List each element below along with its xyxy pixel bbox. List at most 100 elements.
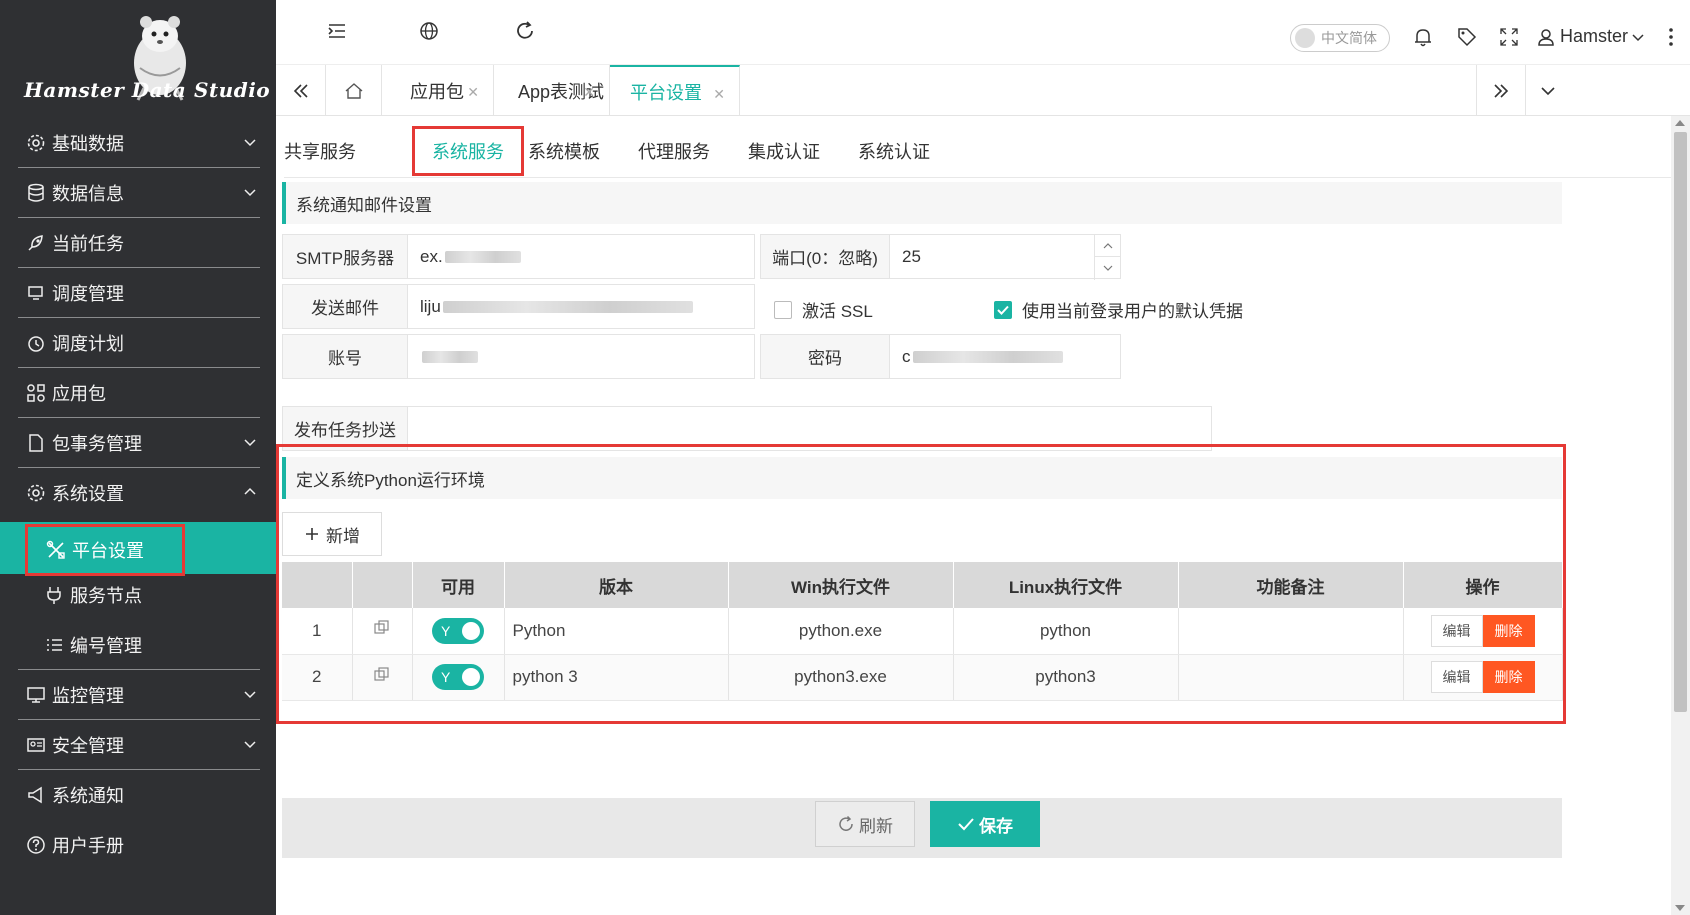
sidebar-item-package-tx[interactable]: 包事务管理 [18, 418, 260, 468]
sidebar-item-schedule-plan[interactable]: 调度计划 [18, 318, 260, 368]
sidebar-item-label: 基础数据 [52, 133, 124, 154]
copy-cell[interactable] [352, 654, 413, 701]
tabs-dropdown-button[interactable] [1526, 65, 1570, 116]
sidebar: Hamster Data Studio 基础数据 数据信息 当前任务 调度管理 … [0, 0, 276, 915]
vertical-scrollbar[interactable] [1671, 116, 1690, 915]
scroll-up-arrow-icon[interactable] [1675, 120, 1685, 126]
subtab-system-auth[interactable]: 系统认证 [858, 138, 930, 164]
password-value: c [902, 346, 911, 366]
sidebar-item-current-tasks[interactable]: 当前任务 [18, 218, 260, 268]
globe-icon[interactable] [418, 20, 440, 42]
id-card-icon [26, 735, 46, 755]
save-button[interactable]: 保存 [930, 801, 1040, 847]
enabled-toggle[interactable]: Y [432, 664, 484, 690]
subtab-system-service[interactable]: 系统服务 [412, 126, 524, 176]
sidebar-item-notifications[interactable]: 系统通知 [18, 770, 260, 820]
enabled-toggle[interactable]: Y [432, 617, 484, 644]
column-header-version[interactable]: 版本 [504, 562, 729, 608]
subtab-proxy-service[interactable]: 代理服务 [638, 138, 710, 164]
more-vertical-icon[interactable] [1660, 26, 1682, 48]
step-down-button[interactable] [1095, 257, 1120, 279]
close-icon[interactable]: ✕ [583, 84, 595, 101]
step-up-button[interactable] [1095, 235, 1120, 257]
clock-icon [26, 333, 46, 353]
copy-icon[interactable] [373, 619, 391, 637]
sidebar-item-label: 系统设置 [52, 484, 124, 504]
sidebar-item-app-package[interactable]: 应用包 [18, 368, 260, 418]
default-credentials-checkbox[interactable]: 使用当前登录用户的默认凭据 [994, 297, 1243, 322]
account-input[interactable] [407, 334, 755, 379]
tag-icon[interactable] [1456, 26, 1478, 48]
scroll-down-arrow-icon[interactable] [1675, 905, 1685, 911]
column-header-linux-exe[interactable]: Linux执行文件 [953, 562, 1179, 608]
sidebar-item-basic-data[interactable]: 基础数据 [18, 118, 260, 168]
sidebar-item-system-settings[interactable]: 系统设置 [18, 468, 260, 518]
scrollbar-thumb[interactable] [1674, 132, 1687, 712]
menu-collapse-icon[interactable] [326, 20, 348, 42]
language-toggle[interactable]: 中文简体 [1290, 24, 1390, 52]
chevron-down-icon [244, 439, 256, 447]
tab-home[interactable] [326, 65, 382, 116]
tab-app-package[interactable]: 应用包 ✕ [382, 65, 494, 116]
sidebar-item-user-manual[interactable]: 用户手册 [18, 820, 260, 870]
fullscreen-icon[interactable] [1498, 26, 1520, 48]
sender-label: 发送邮件 [282, 284, 408, 329]
sidebar-item-monitoring[interactable]: 监控管理 [18, 670, 260, 720]
toggle-knob [462, 621, 480, 640]
section-title: 系统通知邮件设置 [296, 195, 432, 215]
ssl-checkbox[interactable]: 激活 SSL [774, 297, 873, 322]
copy-icon[interactable] [373, 666, 391, 684]
sidebar-item-data-info[interactable]: 数据信息 [18, 168, 260, 218]
column-header-win-exe[interactable]: Win执行文件 [728, 562, 954, 608]
tab-platform-settings[interactable]: 平台设置 ✕ [610, 65, 740, 116]
subtab-shared-service[interactable]: 共享服务 [284, 138, 356, 164]
port-stepper[interactable] [1094, 235, 1120, 280]
top-bar: 中文简体 Hamster [276, 0, 1690, 64]
cc-input[interactable] [407, 406, 1212, 451]
sidebar-item-security[interactable]: 安全管理 [18, 720, 260, 770]
close-icon[interactable]: ✕ [713, 86, 725, 103]
port-input[interactable]: 25 [889, 234, 1121, 280]
user-menu[interactable]: Hamster [1536, 26, 1644, 47]
refresh-button[interactable]: 刷新 [815, 801, 915, 847]
chevron-down-icon [244, 189, 256, 197]
sidebar-item-schedule-mgmt[interactable]: 调度管理 [18, 268, 260, 318]
row-index: 1 [282, 608, 353, 655]
app-logo[interactable]: Hamster Data Studio [0, 0, 276, 118]
close-icon[interactable]: ✕ [467, 84, 479, 101]
sender-input[interactable]: liju [407, 284, 755, 329]
checkbox-box [774, 300, 792, 319]
table-header-row: 可用 版本 Win执行文件 Linux执行文件 功能备注 操作 [282, 562, 1563, 608]
tabs-scroll-right-button[interactable] [1476, 65, 1526, 116]
gear-icon [26, 133, 46, 153]
sidebar-subitem-platform-settings[interactable]: 平台设置 [25, 524, 185, 576]
linux-exe-cell: python3 [953, 654, 1179, 701]
column-header-note[interactable]: 功能备注 [1178, 562, 1404, 608]
add-button[interactable]: 新增 [282, 512, 382, 556]
delete-button[interactable]: 删除 [1482, 614, 1535, 647]
main-content: 共享服务 系统服务 系统模板 代理服务 集成认证 系统认证 系统通知邮件设置 S… [276, 116, 1671, 915]
edit-button[interactable]: 编辑 [1430, 661, 1483, 693]
apps-icon [26, 383, 46, 403]
delete-button[interactable]: 删除 [1482, 661, 1535, 693]
bell-icon[interactable] [1412, 26, 1434, 48]
password-input[interactable]: c [889, 334, 1121, 379]
sidebar-subitem-numbering[interactable]: 编号管理 [18, 620, 260, 670]
subtab-system-template[interactable]: 系统模板 [528, 138, 600, 164]
copy-cell[interactable] [352, 608, 413, 655]
edit-button[interactable]: 编辑 [1430, 614, 1483, 647]
tab-app-table-test[interactable]: App表测试 ✕ [494, 65, 610, 116]
win-exe-cell: python3.exe [728, 654, 954, 701]
table-row[interactable]: 2 Y python 3 python3.exe python3 编辑 删除 [282, 654, 1563, 701]
sidebar-subitem-service-node[interactable]: 服务节点 [18, 570, 260, 620]
subtab-integrated-auth[interactable]: 集成认证 [748, 138, 820, 164]
refresh-icon[interactable] [514, 20, 536, 42]
chevron-up-icon [1103, 242, 1112, 248]
column-header-enabled[interactable]: 可用 [412, 562, 505, 608]
smtp-input[interactable]: ex. [407, 234, 755, 279]
tabs-scroll-left-button[interactable] [276, 65, 326, 116]
column-header [352, 562, 413, 608]
chevron-down-icon [244, 691, 256, 699]
table-row[interactable]: 1 Y Python python.exe python 编辑 删除 [282, 608, 1563, 655]
sidebar-item-label: 当前任务 [52, 233, 124, 254]
